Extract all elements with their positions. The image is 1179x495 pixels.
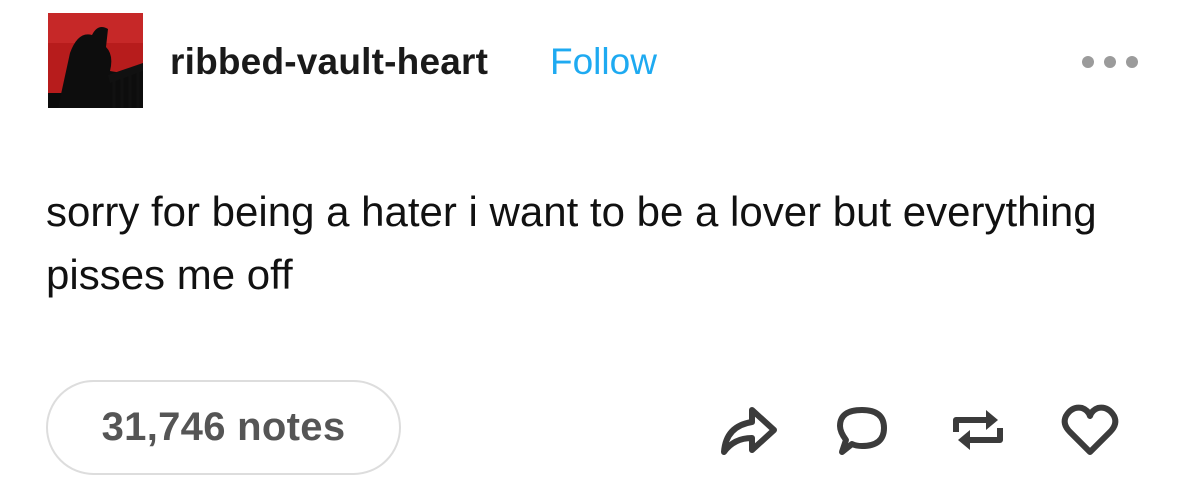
share-icon[interactable] [716,398,780,462]
follow-button[interactable]: Follow [550,40,657,84]
notes-button[interactable]: 31,746 notes [46,380,401,475]
post-author[interactable]: ribbed-vault-heart [170,40,488,84]
more-options-icon[interactable] [1076,48,1144,76]
reblog-icon[interactable] [946,398,1010,462]
reply-icon[interactable] [830,398,894,462]
avatar-image [48,13,143,108]
heart-icon[interactable] [1058,398,1122,462]
post-body: sorry for being a hater i want to be a l… [46,188,1097,298]
notes-count: 31,746 notes [101,405,346,449]
avatar[interactable] [48,13,143,108]
